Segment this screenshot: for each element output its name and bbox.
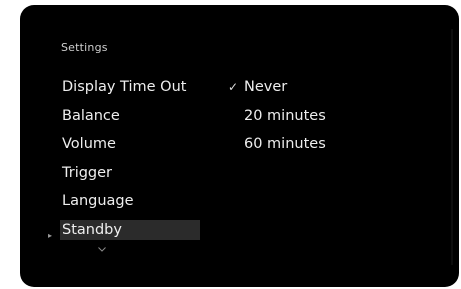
option-label: Never [244,79,288,95]
menu-item-volume[interactable]: Volume [58,134,200,163]
settings-screen: Settings Display Time Out Balance Volume… [20,5,459,287]
menu-item-balance[interactable]: Balance [58,106,200,135]
menu-item-label: Balance [62,107,120,124]
menu-item-standby[interactable]: ▸ Standby [48,219,200,249]
option-never[interactable]: ✓ Never [226,77,326,106]
check-icon: ✓ [228,80,239,94]
option-20-minutes[interactable]: 20 minutes [226,106,326,135]
option-60-minutes[interactable]: 60 minutes [226,134,326,163]
option-label: 60 minutes [244,136,326,153]
chevron-down-icon[interactable] [98,247,106,252]
menu-item-language[interactable]: Language [58,191,200,220]
menu-item-label: Standby [60,219,200,240]
options-list: ✓ Never 20 minutes 60 minutes [226,77,326,163]
menu-item-trigger[interactable]: Trigger [58,163,200,192]
menu-item-label: Trigger [62,164,113,181]
settings-menu: Display Time Out Balance Volume Trigger … [48,77,200,249]
menu-item-label: Display Time Out [62,79,187,95]
caret-right-icon: ▸ [48,230,53,240]
page-title: Settings [61,41,108,54]
scrollbar[interactable] [451,29,453,265]
option-label: 20 minutes [244,107,326,124]
menu-item-label: Language [62,193,134,210]
menu-item-display-time-out[interactable]: Display Time Out [58,77,200,106]
menu-item-label: Volume [62,136,116,153]
